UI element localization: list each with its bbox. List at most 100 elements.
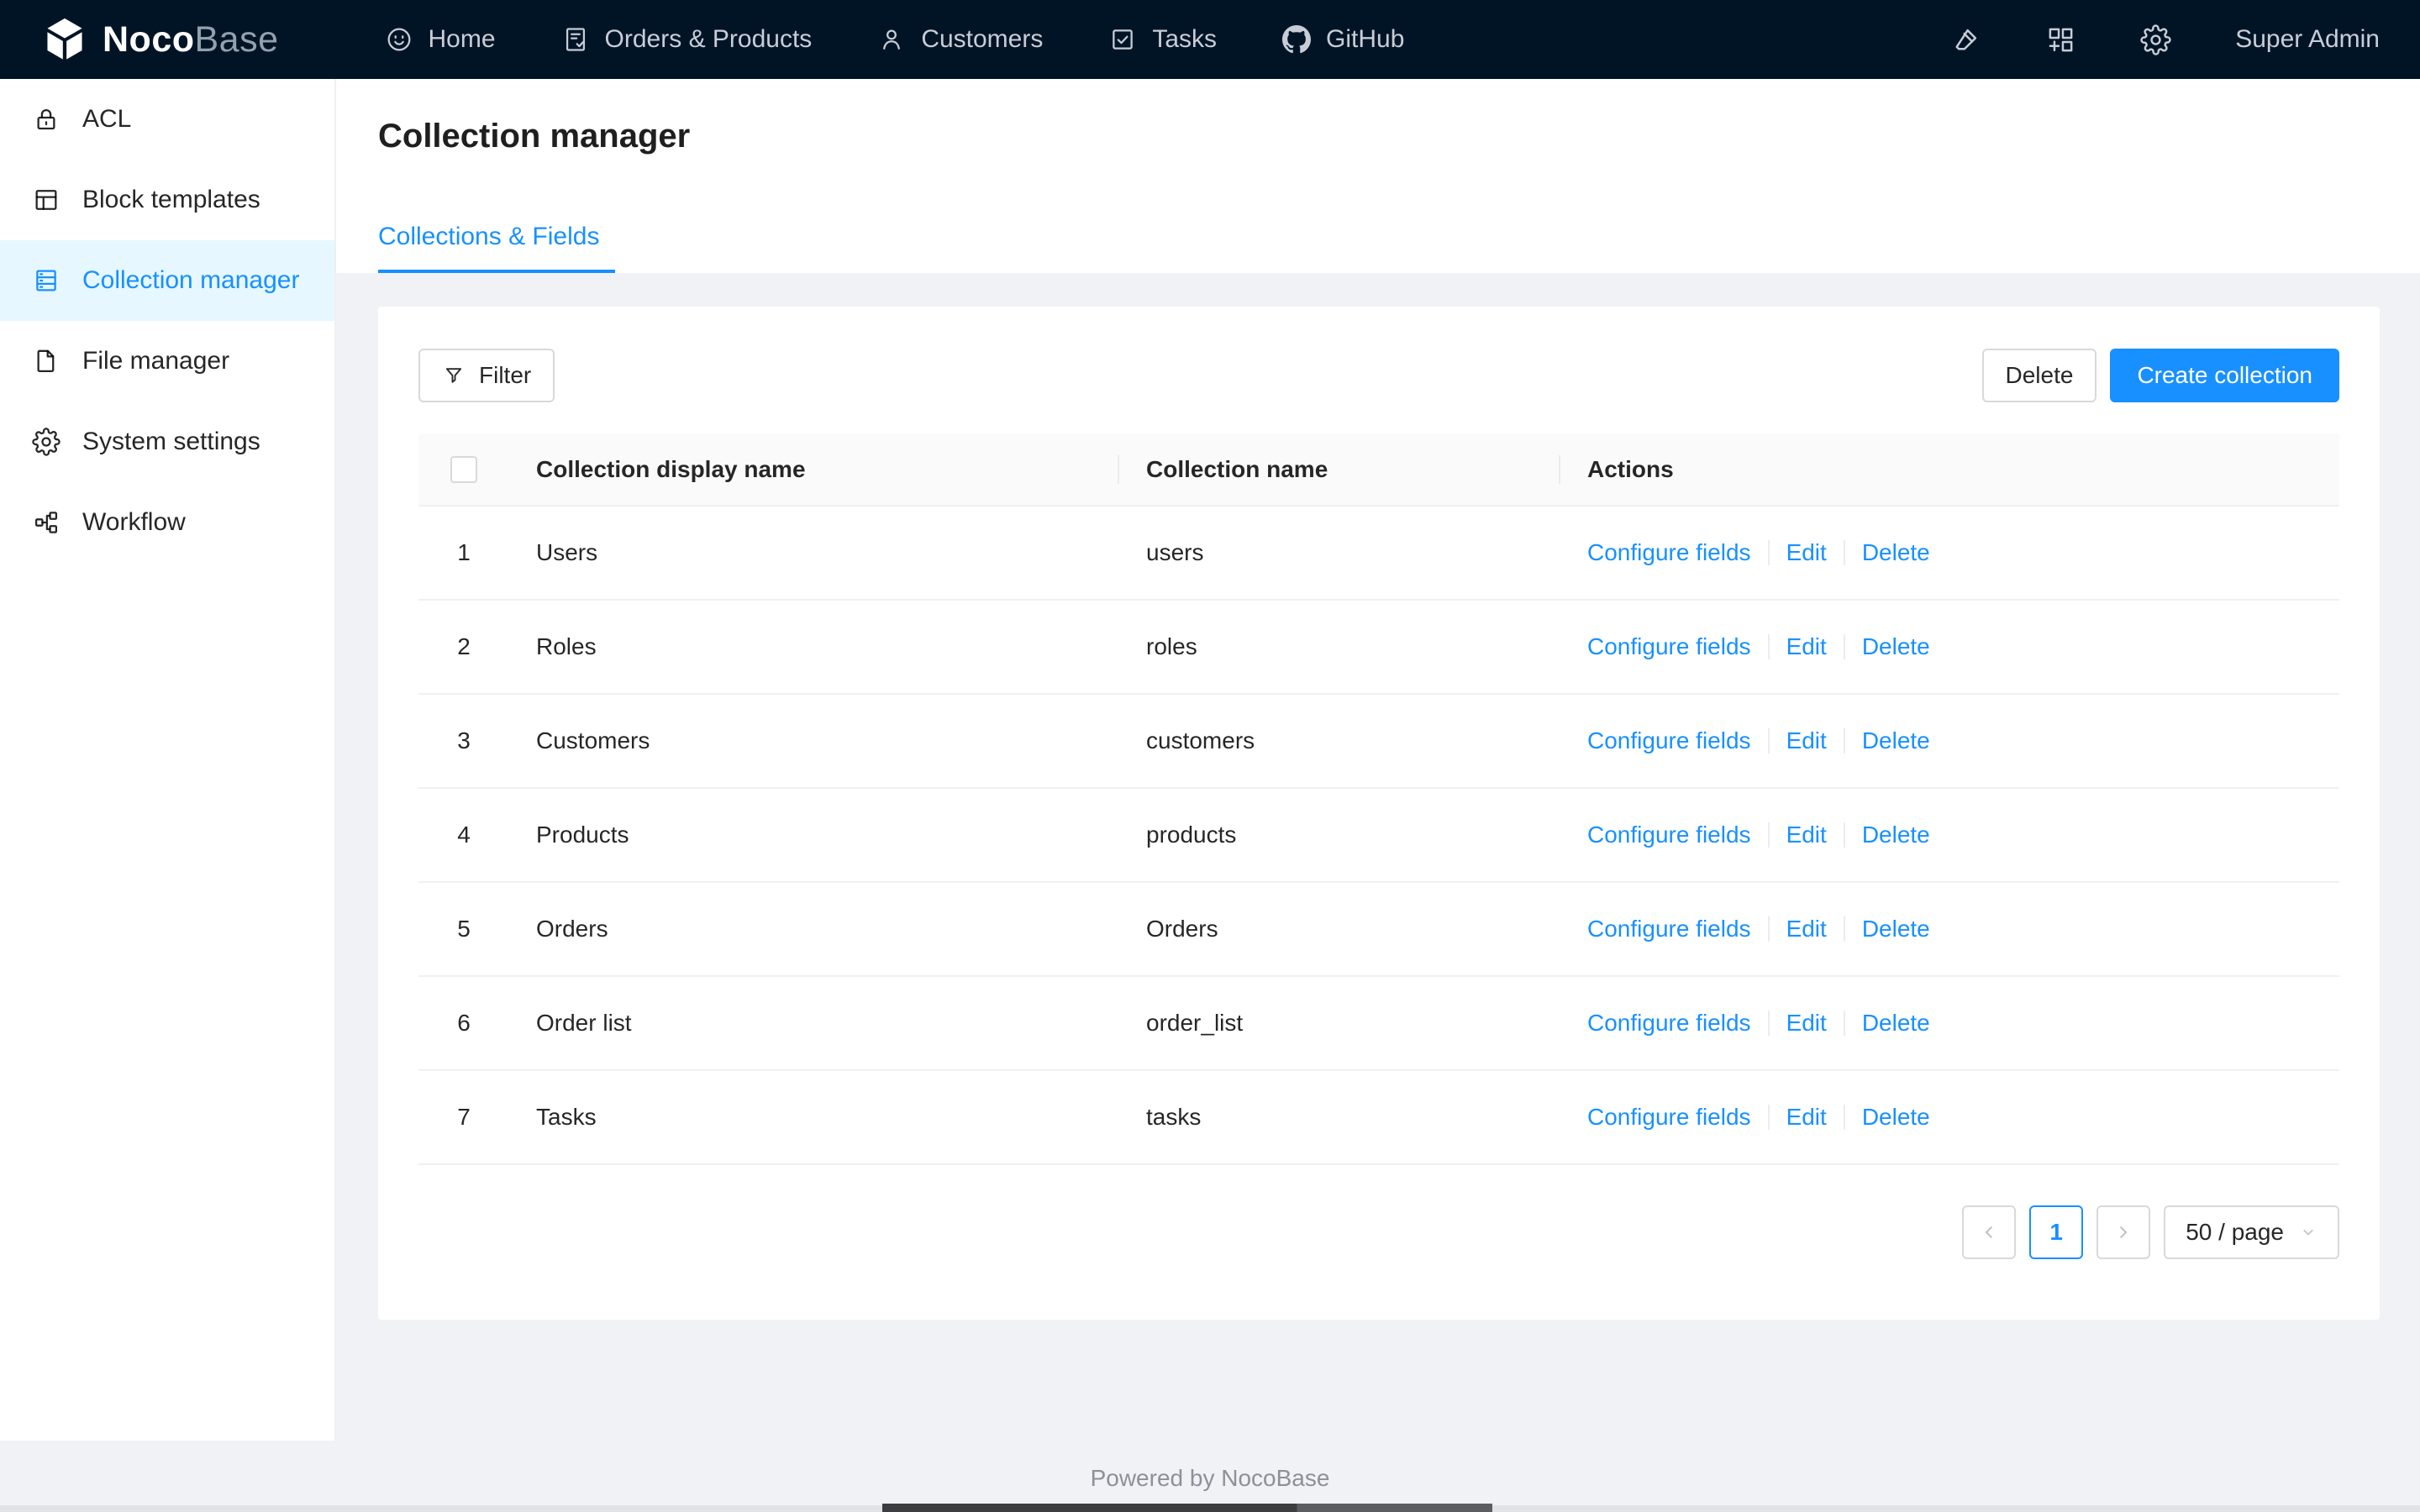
pagination: 1 50 / page (418, 1205, 2339, 1259)
table-header-row: Collection display name Collection name … (418, 434, 2339, 507)
partition-icon (34, 512, 58, 533)
row-index: 5 (457, 916, 471, 942)
action-divider (1843, 1011, 1845, 1036)
file-icon (37, 349, 55, 373)
ui-editor-highlighter-icon[interactable] (1950, 24, 1981, 55)
table-toolbar: Filter Delete Create collection (418, 349, 2339, 402)
delete-link[interactable]: Delete (1862, 539, 1930, 566)
table-row: 6 Order list order_list Configure fields… (418, 977, 2339, 1071)
configure-fields-link[interactable]: Configure fields (1587, 1010, 1751, 1037)
delete-button[interactable]: Delete (1981, 349, 2097, 402)
pagination-prev-button[interactable] (1962, 1205, 2017, 1259)
sidebar-item-workflow[interactable]: Workflow (0, 482, 334, 563)
cell-display-name: Orders (536, 916, 608, 942)
action-divider (1767, 728, 1770, 753)
configure-fields-link[interactable]: Configure fields (1587, 539, 1751, 566)
row-index: 7 (457, 1104, 471, 1130)
filter-funnel-icon (445, 368, 462, 383)
action-divider (1843, 728, 1845, 753)
configure-fields-link[interactable]: Configure fields (1587, 633, 1751, 660)
chevron-down-icon (2303, 1229, 2313, 1236)
user-icon (883, 29, 901, 50)
table-row: 4 Products products Configure fields Edi… (418, 789, 2339, 883)
delete-link[interactable]: Delete (1862, 1010, 1930, 1037)
sidebar-item-acl[interactable]: ACL (0, 79, 334, 160)
action-divider (1843, 634, 1845, 659)
nav-item-customers[interactable]: Customers (877, 25, 1043, 54)
collections-table: Collection display name Collection name … (418, 434, 2339, 1165)
table-row: 2 Roles roles Configure fields Edit Dele… (418, 601, 2339, 695)
cell-display-name: Customers (536, 727, 650, 753)
configure-fields-link[interactable]: Configure fields (1587, 916, 1751, 942)
table-row: 1 Users users Configure fields Edit Dele… (418, 507, 2339, 601)
cell-display-name: Users (536, 539, 598, 565)
edit-link[interactable]: Edit (1786, 1010, 1827, 1037)
powered-by-footer: Powered by NocoBase (1090, 1465, 1330, 1491)
logo-text-base: Base (194, 18, 279, 60)
dock-indicator-bar (882, 1504, 1492, 1512)
sidebar-item-label: System settings (82, 428, 260, 455)
check-square-icon (1113, 29, 1134, 50)
app-window: NocoBase Home Orders & Products Customer… (0, 0, 2420, 1512)
nav-item-home[interactable]: Home (385, 25, 496, 54)
pagination-page-1[interactable]: 1 (2029, 1205, 2084, 1259)
sidebar-item-label: File manager (82, 347, 230, 375)
filter-button[interactable]: Filter (418, 349, 555, 402)
github-icon (1282, 25, 1312, 54)
nav-item-orders-products[interactable]: Orders & Products (561, 25, 812, 54)
logo-text: NocoBase (103, 19, 279, 60)
edit-link[interactable]: Edit (1786, 633, 1827, 660)
row-index: 3 (457, 727, 471, 753)
select-all-checkbox[interactable] (450, 456, 477, 483)
lock-icon (37, 109, 55, 130)
delete-link[interactable]: Delete (1862, 727, 1930, 754)
nav-item-tasks[interactable]: Tasks (1108, 25, 1217, 54)
top-navbar: NocoBase Home Orders & Products Customer… (0, 0, 2420, 79)
file-done-icon (566, 28, 585, 51)
sidebar-item-collection-manager[interactable]: Collection manager (0, 240, 334, 321)
edit-link[interactable]: Edit (1786, 727, 1827, 754)
configure-fields-link[interactable]: Configure fields (1587, 727, 1751, 754)
delete-link[interactable]: Delete (1862, 916, 1930, 942)
sidebar-item-file-manager[interactable]: File manager (0, 321, 334, 402)
nocobase-logo[interactable]: NocoBase (40, 15, 279, 64)
delete-link[interactable]: Delete (1862, 1104, 1930, 1131)
pagination-next-button[interactable] (2096, 1205, 2151, 1259)
cell-collection-name: customers (1146, 727, 1255, 753)
cell-collection-name: order_list (1146, 1010, 1244, 1036)
settings-gear-icon[interactable] (2140, 24, 2171, 55)
sidebar-item-block-templates[interactable]: Block templates (0, 160, 334, 240)
smile-icon (387, 28, 410, 51)
plugins-appstore-add-icon[interactable] (2045, 24, 2076, 55)
table-row: 3 Customers customers Configure fields E… (418, 695, 2339, 789)
cell-collection-name: Orders (1146, 916, 1218, 942)
edit-link[interactable]: Edit (1786, 1104, 1827, 1131)
edit-link[interactable]: Edit (1786, 822, 1827, 848)
main-area: Collection manager Collections & Fields … (336, 79, 2420, 1512)
configure-fields-link[interactable]: Configure fields (1587, 1104, 1751, 1131)
edit-link[interactable]: Edit (1786, 539, 1827, 566)
delete-link[interactable]: Delete (1862, 822, 1930, 848)
sidebar-item-system-settings[interactable]: System settings (0, 402, 334, 482)
action-divider (1843, 822, 1845, 848)
cell-collection-name: products (1146, 822, 1237, 848)
logo-text-noco: Noco (103, 18, 195, 60)
chevron-left-icon (1986, 1226, 1993, 1238)
cell-collection-name: roles (1146, 633, 1197, 659)
cell-display-name: Products (536, 822, 629, 848)
edit-link[interactable]: Edit (1786, 916, 1827, 942)
page-title: Collection manager (378, 118, 691, 155)
tab-collections-and-fields[interactable]: Collections & Fields (378, 223, 599, 273)
page-size-select[interactable]: 50 / page (2164, 1205, 2339, 1259)
delete-button-label: Delete (2005, 362, 2074, 388)
delete-link[interactable]: Delete (1862, 633, 1930, 660)
cell-display-name: Tasks (536, 1104, 597, 1130)
user-menu[interactable]: Super Admin (2235, 25, 2380, 54)
cell-collection-name: users (1146, 539, 1204, 565)
nocobase-cube-icon (47, 18, 82, 60)
create-collection-button[interactable]: Create collection (2110, 349, 2339, 402)
nav-item-github[interactable]: GitHub (1282, 25, 1404, 54)
sidebar-item-label: Block templates (82, 186, 260, 213)
configure-fields-link[interactable]: Configure fields (1587, 822, 1751, 848)
navbar-actions: Super Admin (1950, 24, 2380, 55)
